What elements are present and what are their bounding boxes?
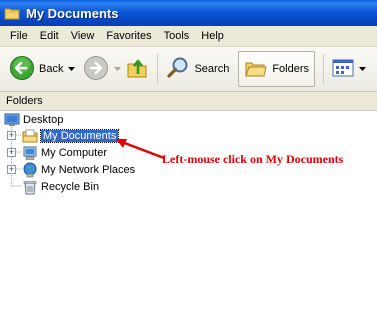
- toolbar-separator: [323, 54, 325, 84]
- tree-item-desktop[interactable]: Desktop: [4, 111, 63, 128]
- search-icon: [166, 56, 190, 83]
- back-dropdown[interactable]: [66, 51, 76, 87]
- forward-dropdown[interactable]: [112, 51, 122, 87]
- expand-my-computer-button[interactable]: +: [7, 148, 16, 157]
- title-bar: My Documents: [0, 0, 377, 26]
- back-button[interactable]: Back: [6, 51, 66, 87]
- annotation-arrow-icon: [116, 139, 165, 160]
- network-places-icon: [22, 162, 38, 178]
- toolbar: Back Search Folders: [0, 47, 377, 92]
- menu-favorites[interactable]: Favorites: [100, 28, 157, 44]
- folders-icon: [244, 56, 268, 83]
- expand-network-places-button[interactable]: +: [7, 165, 16, 174]
- tree-item-my-computer[interactable]: My Computer: [22, 144, 107, 161]
- views-dropdown[interactable]: [357, 51, 367, 87]
- chevron-down-icon: [113, 67, 121, 71]
- menu-help[interactable]: Help: [195, 28, 230, 44]
- back-label: Back: [39, 63, 64, 75]
- views-button[interactable]: [329, 51, 357, 87]
- menu-edit[interactable]: Edit: [34, 28, 65, 44]
- folder-icon: [4, 5, 20, 21]
- up-folder-button[interactable]: [122, 51, 152, 87]
- menu-tools[interactable]: Tools: [158, 28, 196, 44]
- tree-item-label: My Computer: [41, 146, 108, 159]
- expand-my-documents-button[interactable]: +: [7, 131, 16, 140]
- chevron-down-icon: [67, 67, 75, 71]
- search-button[interactable]: Search: [163, 51, 232, 87]
- back-arrow-icon: [9, 55, 35, 84]
- tree-item-recycle-bin[interactable]: Recycle Bin: [22, 178, 99, 195]
- folder-tree: Desktop + My Documents + My Computer + M…: [0, 111, 377, 317]
- folders-button[interactable]: Folders: [238, 51, 316, 87]
- my-documents-icon: [22, 128, 38, 144]
- menu-view[interactable]: View: [65, 28, 101, 44]
- tree-item-label: Desktop: [23, 113, 64, 126]
- menu-bar: File Edit View Favorites Tools Help: [0, 26, 377, 47]
- tree-item-label: Recycle Bin: [41, 180, 100, 193]
- tree-item-my-documents[interactable]: My Documents: [22, 127, 120, 144]
- up-folder-icon: [125, 56, 149, 83]
- chevron-down-icon: [358, 67, 366, 71]
- forward-arrow-icon: [83, 55, 109, 84]
- menu-file[interactable]: File: [4, 28, 34, 44]
- folders-pane-header: Folders: [0, 92, 377, 111]
- recycle-bin-icon: [22, 179, 38, 195]
- tree-item-label: My Documents: [39, 128, 120, 143]
- folders-label: Folders: [272, 63, 310, 75]
- annotation-text: Left-mouse click on My Documents: [162, 152, 344, 166]
- desktop-icon: [4, 112, 20, 128]
- forward-button[interactable]: [80, 51, 112, 87]
- search-label: Search: [194, 63, 230, 75]
- views-icon: [332, 58, 354, 81]
- window-title: My Documents: [26, 5, 119, 21]
- my-computer-icon: [22, 145, 38, 161]
- toolbar-separator: [157, 54, 159, 84]
- folders-pane-title: Folders: [6, 95, 43, 107]
